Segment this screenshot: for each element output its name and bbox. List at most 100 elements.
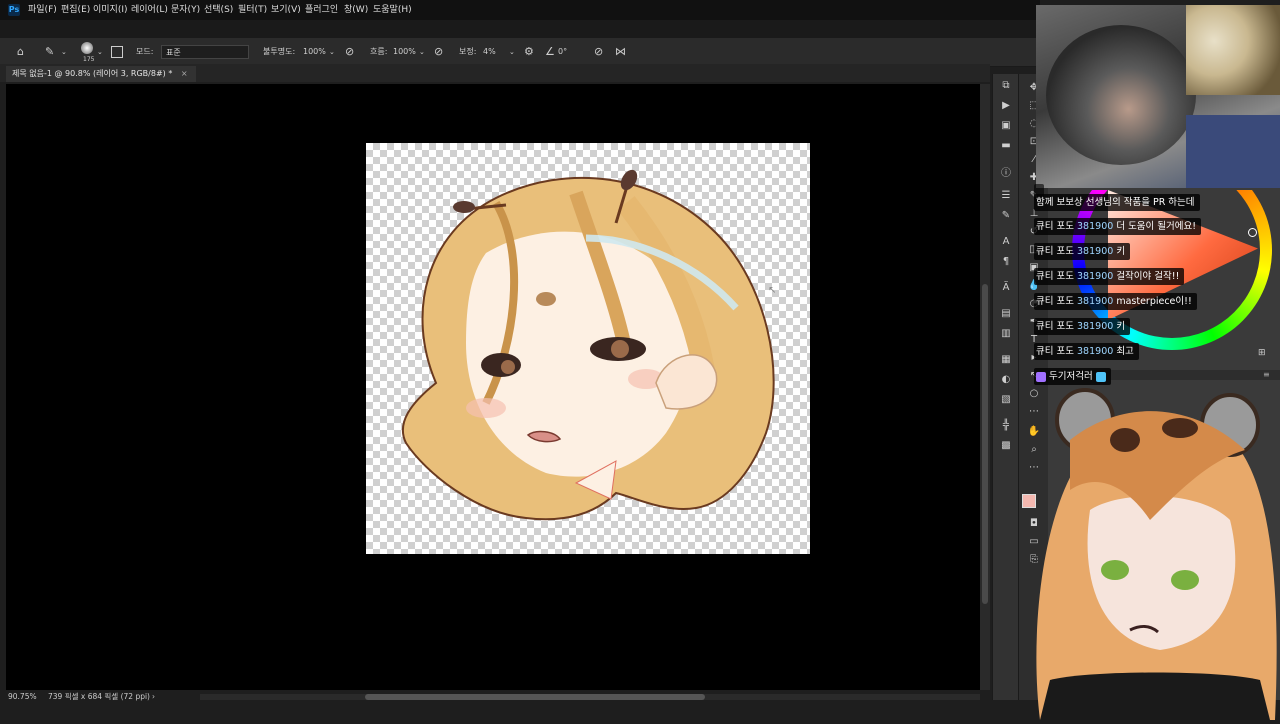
- channels-icon[interactable]: ▥: [996, 328, 1016, 339]
- chat-message: 큐티 포도 381900 키: [1034, 243, 1131, 260]
- home-icon[interactable]: ⌂: [17, 38, 24, 66]
- zoom-level[interactable]: 90.75%: [8, 690, 37, 704]
- blue-blanket: [1186, 115, 1280, 188]
- pressure-size-icon[interactable]: ⊘: [594, 38, 603, 66]
- character-icon[interactable]: A: [996, 236, 1016, 247]
- horizontal-scroll-thumb[interactable]: [365, 694, 705, 700]
- menu-window[interactable]: 창(W): [344, 0, 368, 20]
- airbrush-icon[interactable]: ⊘: [434, 38, 443, 66]
- document-dimensions: 739 픽셀 x 684 픽셀 (72 ppi): [48, 692, 150, 701]
- properties-icon[interactable]: ▩: [996, 440, 1016, 451]
- vertical-scroll-thumb[interactable]: [982, 284, 988, 604]
- chevron-down-icon[interactable]: ⌄: [61, 38, 67, 66]
- chat-user-id: 381900: [1077, 296, 1114, 307]
- status-menu-arrow[interactable]: ›: [152, 690, 155, 704]
- menu-image[interactable]: 이미지(I): [93, 0, 128, 20]
- history-icon[interactable]: ⧉: [996, 80, 1016, 91]
- chat-text: masterpiece이!!: [1116, 296, 1192, 307]
- character-illustration: ↖: [401, 169, 776, 521]
- chat-text: 걸작이야 걸작!!: [1116, 271, 1180, 282]
- document-tab-title: 제목 없음-1 @ 90.8% (레이어 3, RGB/8#) *: [12, 69, 173, 78]
- layers-icon[interactable]: ▤: [996, 308, 1016, 319]
- chat-user-id: 381900: [1077, 321, 1114, 332]
- actions-icon[interactable]: ▶: [996, 100, 1016, 111]
- dog-photo: [1046, 25, 1196, 165]
- avatar-eye-right: [1171, 570, 1199, 590]
- menu-help[interactable]: 도움말(H): [373, 0, 412, 20]
- panel-menu-icon[interactable]: ≡: [1263, 370, 1270, 379]
- menu-filter[interactable]: 필터(T): [238, 0, 267, 20]
- mode-label: 모드:: [136, 47, 154, 56]
- menu-select[interactable]: 선택(S): [204, 0, 233, 20]
- menu-type[interactable]: 문자(Y): [171, 0, 200, 20]
- avatar-shirt: [1040, 672, 1270, 720]
- hue-picker-icon[interactable]: [1248, 228, 1257, 237]
- title-gap: [0, 20, 1040, 38]
- navigator-icon[interactable]: ╬: [996, 420, 1016, 431]
- document-tab[interactable]: 제목 없음-1 @ 90.8% (레이어 3, RGB/8#) * ×: [6, 66, 196, 82]
- chat-user: 큐티 포도: [1036, 221, 1074, 232]
- comments-icon[interactable]: ▬: [996, 140, 1016, 151]
- adjustments-icon[interactable]: ☰: [996, 190, 1016, 201]
- chat-user-id: 381900: [1077, 271, 1114, 282]
- chat-user: 큐티 포도: [1036, 346, 1074, 357]
- symmetry-icon[interactable]: ⋈: [615, 38, 626, 66]
- left-iris: [501, 360, 515, 374]
- chevron-down-icon[interactable]: ⌄: [97, 38, 103, 66]
- chat-message: 큐티 포도 381900 키: [1034, 318, 1131, 335]
- chevron-down-icon[interactable]: ⌄: [329, 38, 335, 66]
- right-iris: [611, 340, 629, 358]
- chat-user: 큐티 포도: [1036, 246, 1074, 257]
- avatar-stripe: [1162, 418, 1198, 438]
- menu-view[interactable]: 보기(V): [271, 0, 301, 20]
- chat-message: 큐티 포도 381900 masterpiece이!!: [1034, 293, 1197, 310]
- chat-user-id: 381900: [1077, 346, 1114, 357]
- chevron-down-icon[interactable]: ⌄: [419, 38, 425, 66]
- status-bar: 90.75% 739 픽셀 x 684 픽셀 (72 ppi) ›: [0, 690, 990, 704]
- angle-value[interactable]: 0°: [558, 38, 567, 66]
- smoothing-value[interactable]: 4%: [483, 38, 496, 66]
- opacity-value[interactable]: 100%: [303, 38, 326, 66]
- menu-layer[interactable]: 레이어(L): [131, 0, 168, 20]
- chat-message: 큐티 포도 381900 최고: [1034, 343, 1139, 360]
- chevron-down-icon[interactable]: ⌄: [509, 38, 515, 66]
- chat-user: 큐티 포도: [1036, 296, 1074, 307]
- horizontal-scrollbar[interactable]: [200, 694, 980, 700]
- close-tab-icon[interactable]: ×: [181, 69, 188, 78]
- pressure-opacity-icon[interactable]: ⊘: [345, 38, 354, 66]
- photoshop-logo-icon: Ps: [8, 4, 20, 16]
- brush-settings-icon[interactable]: ✎: [996, 210, 1016, 221]
- chat-text: 키: [1116, 321, 1126, 332]
- flow-value[interactable]: 100%: [393, 38, 416, 66]
- left-eye: [481, 353, 521, 377]
- flow-label: 흐름:: [370, 47, 388, 56]
- brush-panel-icon[interactable]: [111, 46, 123, 58]
- glyphs-icon[interactable]: Ä: [996, 282, 1016, 293]
- libraries-icon[interactable]: ▣: [996, 120, 1016, 131]
- options-bar: ⌂ ✎ ⌄ 175 ⌄ 모드: 표준 불투명도: 100% ⌄ ⊘ 흐름: 10…: [0, 38, 1040, 67]
- patterns-icon[interactable]: ▧: [996, 394, 1016, 405]
- blanket-photo: [1186, 5, 1280, 95]
- panel-icon-strip: ⧉ ▶ ▣ ▬ ⓘ ☰ ✎ A ¶ Ä ▤ ▥ ▦ ◐ ▧ ╬ ▩: [992, 74, 1019, 700]
- menu-plugins[interactable]: 플러그인: [305, 0, 338, 20]
- chat-text: 키: [1116, 246, 1126, 257]
- menu-edit[interactable]: 편집(E): [61, 0, 90, 20]
- chat-message: 큐티 포도 381900 걸작이야 걸작!!: [1034, 268, 1185, 285]
- mode-select[interactable]: 표준: [161, 45, 249, 59]
- chat-user-id: 381900: [1077, 246, 1114, 257]
- menu-file[interactable]: 파일(F): [28, 0, 57, 20]
- vertical-scrollbar[interactable]: [980, 84, 990, 690]
- menu-bar: Ps 파일(F) 편집(E) 이미지(I) 레이어(L) 문자(Y) 선택(S)…: [0, 0, 1040, 20]
- brush-tool-icon[interactable]: ✎: [45, 38, 54, 66]
- chat-message: 큐티 포도 381900 더 도움이 될거에요!: [1034, 218, 1202, 235]
- swatches-icon[interactable]: ▦: [996, 354, 1016, 365]
- opacity-label: 불투명도:: [263, 47, 296, 56]
- document-tab-bar: 제목 없음-1 @ 90.8% (레이어 3, RGB/8#) * ×: [0, 64, 990, 82]
- info-icon[interactable]: ⓘ: [996, 164, 1016, 179]
- gradients-icon[interactable]: ◐: [996, 374, 1016, 385]
- paragraph-icon[interactable]: ¶: [996, 256, 1016, 267]
- angle-icon: ∠: [545, 45, 555, 58]
- artboard[interactable]: ↖: [366, 143, 810, 554]
- gear-icon[interactable]: ⚙: [524, 38, 534, 66]
- chat-text: 더 도움이 될거에요!: [1116, 221, 1197, 232]
